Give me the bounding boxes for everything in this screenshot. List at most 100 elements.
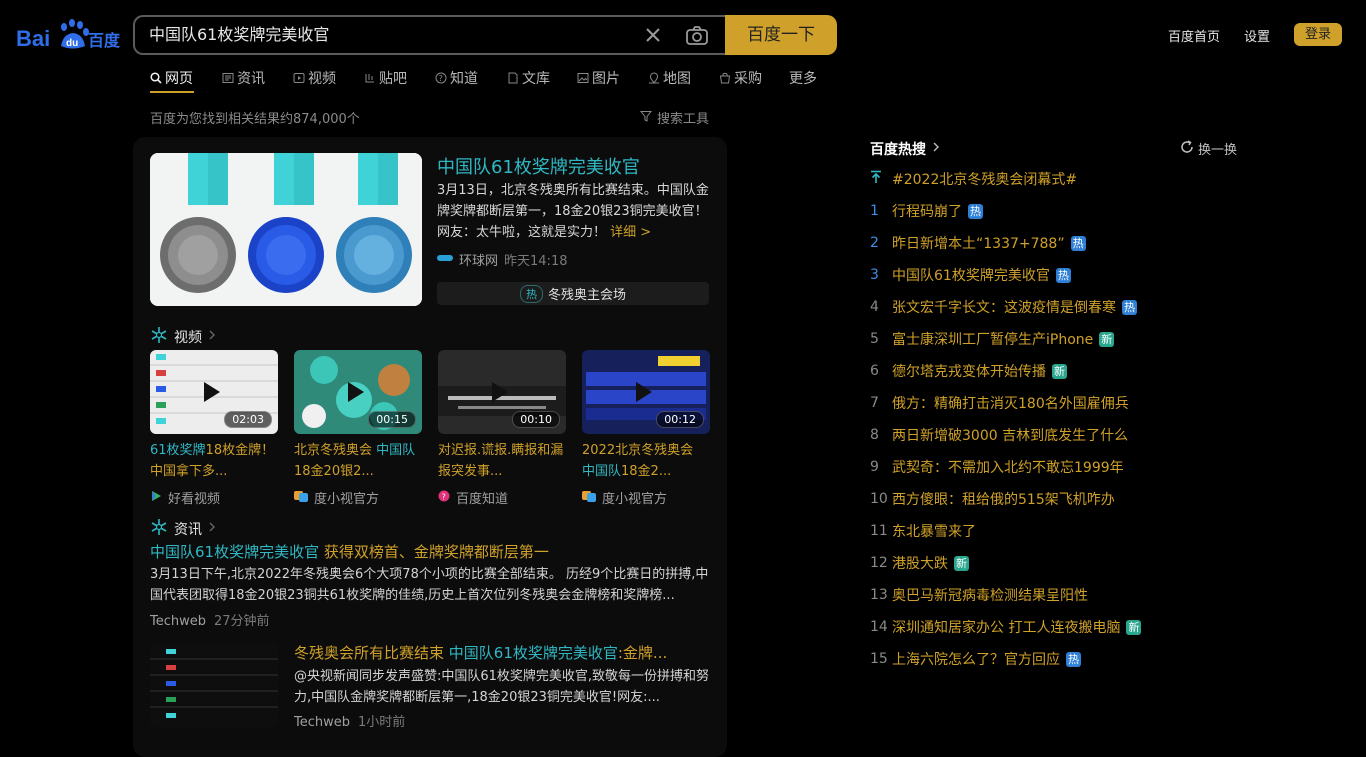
tab-label: 文库	[522, 71, 550, 87]
chevron-right-icon	[208, 329, 216, 345]
hot-search-item[interactable]: 4 张文宏千字长文：这波疫情是倒春寒热	[870, 297, 1137, 317]
hot-search-item[interactable]: 11 东北暴雪来了	[870, 521, 976, 541]
top-result-desc: 3月13日，北京冬残奥所有比赛结束。中国队金牌奖牌都断层第一，18金20银23铜…	[437, 180, 709, 243]
source-logo-icon	[437, 252, 453, 267]
news-title[interactable]: 冬残奥会所有比赛结束 中国队61枚奖牌完美收官:金牌...	[294, 642, 667, 663]
hot-search-text: 行程码崩了	[892, 204, 962, 220]
new-badge: 新	[1052, 363, 1067, 379]
hot-search-title: 百度热搜	[870, 142, 926, 158]
tab-zhidao[interactable]: ? 知道	[435, 68, 478, 88]
tab-more[interactable]: 更多	[789, 68, 817, 88]
search-button[interactable]: 百度一下	[725, 15, 837, 55]
map-icon	[648, 72, 660, 84]
camera-icon[interactable]	[685, 25, 709, 47]
tab-map[interactable]: 地图	[648, 68, 691, 88]
hot-rank: 7	[870, 395, 879, 411]
hot-search-item[interactable]: 13 奥巴马新冠病毒检测结果呈阳性	[870, 585, 1088, 605]
tab-label: 网页	[165, 71, 193, 87]
video-title[interactable]: 61枚奖牌18枚金牌！中国拿下多...	[150, 440, 278, 482]
tab-image[interactable]: 图片	[577, 68, 620, 88]
hot-search-item[interactable]: 9 武契奇：不需加入北约不敢忘1999年	[870, 457, 1124, 477]
video-title[interactable]: 北京冬残奥会 中国队18金20银2...	[294, 440, 422, 482]
hot-search-item[interactable]: 2 昨日新增本土“1337+788” 热	[870, 233, 1086, 253]
hot-search-item[interactable]: 7 俄方：精确打击消灭180名外国雇佣兵	[870, 393, 1129, 413]
video-duration: 02:03	[224, 411, 272, 428]
refresh-icon	[1180, 139, 1194, 158]
source-name: Techweb	[150, 614, 206, 629]
video-source: ? 百度知道	[438, 488, 566, 507]
hot-search-item[interactable]: 3 中国队61枚奖牌完美收官热	[870, 265, 1071, 285]
snowflake-icon	[150, 518, 168, 540]
settings-link[interactable]: 设置	[1244, 26, 1270, 45]
hot-search-item[interactable]: 5 富士康深圳工厂暂停生产iPhone 新	[870, 329, 1115, 349]
pin-top-icon	[870, 170, 892, 188]
login-button[interactable]: 登录	[1294, 23, 1342, 46]
top-result-title[interactable]: 中国队61枚奖牌完美收官	[437, 153, 640, 179]
tab-label: 知道	[450, 71, 478, 87]
hot-search-item[interactable]: 12 港股大跌新	[870, 553, 969, 573]
tab-web[interactable]: 网页	[150, 68, 193, 88]
hot-rank: 5	[870, 331, 879, 347]
medals-image[interactable]	[150, 153, 422, 306]
video-thumbnail[interactable]: 02:03	[150, 350, 278, 434]
section-title: 资讯	[174, 522, 202, 538]
tab-label: 视频	[308, 71, 336, 87]
hot-rank: 12	[870, 555, 888, 571]
hot-search-item[interactable]: #2022北京冬残奥会闭幕式#	[870, 169, 1077, 189]
video-card: 00:15 北京冬残奥会 中国队18金20银2... 度小视官方	[294, 350, 422, 507]
tab-shop[interactable]: 采购	[719, 68, 762, 88]
news-title[interactable]: 中国队61枚奖牌完美收官 获得双榜首、金牌奖牌都断层第一	[150, 541, 549, 562]
video-title[interactable]: 2022北京冬残奥会 中国队18金2...	[582, 440, 710, 482]
hot-topic-label: 冬残奥主会场	[547, 288, 626, 303]
news-thumbnail[interactable]	[150, 643, 278, 727]
tab-label: 更多	[789, 71, 817, 87]
hot-search-text: 中国队61枚奖牌完美收官	[892, 268, 1050, 284]
news-desc: 3月13日下午,北京2022年冬残奥会6个大项78个小项的比赛全部结束。 历经9…	[150, 567, 709, 603]
tab-video[interactable]: 视频	[293, 68, 336, 88]
hot-topic-bar[interactable]: 热 冬残奥主会场	[437, 282, 709, 305]
source-name: 好看视频	[168, 492, 221, 507]
detail-link[interactable]: 详细 >	[610, 225, 651, 240]
hot-rank: 13	[870, 587, 888, 603]
hot-search-item[interactable]: 1 行程码崩了热	[870, 201, 983, 221]
refresh-button[interactable]: 换一换	[1180, 139, 1237, 158]
news-section-header[interactable]: 资讯	[150, 518, 216, 540]
baidu-home-link[interactable]: 百度首页	[1168, 26, 1220, 45]
video-icon	[293, 72, 305, 84]
search-tools-button[interactable]: 搜索工具	[639, 108, 709, 127]
hot-search-text: 奥巴马新冠病毒检测结果呈阳性	[892, 588, 1088, 604]
svg-text:?: ?	[439, 74, 443, 83]
play-icon	[636, 382, 652, 402]
hot-search-item[interactable]: 6 德尔塔克戎变体开始传播新	[870, 361, 1067, 381]
video-thumbnail[interactable]: 00:15	[294, 350, 422, 434]
tab-news[interactable]: 资讯	[222, 68, 265, 88]
video-thumbnail[interactable]: 00:12	[582, 350, 710, 434]
hot-search-text: 富士康深圳工厂暂停生产iPhone	[892, 332, 1094, 348]
video-card: 00:12 2022北京冬残奥会 中国队18金2... 度小视官方	[582, 350, 710, 507]
title-pre: 冬残奥会所有比赛结束	[294, 644, 449, 662]
search-input[interactable]	[149, 17, 629, 53]
video-card: 02:03 61枚奖牌18枚金牌！中国拿下多... 好看视频	[150, 350, 278, 507]
hot-search-item[interactable]: 10 西方傻眼：租给俄的515架飞机咋办	[870, 489, 1115, 509]
video-section-header[interactable]: 视频	[150, 326, 216, 348]
hot-rank: 9	[870, 459, 879, 475]
title-pre: 对迟报.谎报.瞒报和漏报突发事...	[438, 443, 564, 479]
tab-wenku[interactable]: 文库	[507, 68, 550, 88]
new-badge: 新	[1099, 331, 1115, 347]
hot-search-item[interactable]: 15 上海六院怎么了？官方回应热	[870, 649, 1081, 669]
duxiaoshi-icon	[294, 490, 308, 506]
tab-tieba[interactable]: 贴吧	[364, 68, 407, 88]
video-title[interactable]: 对迟报.谎报.瞒报和漏报突发事...	[438, 440, 566, 482]
baidu-logo[interactable]: Bai du 百度	[16, 16, 121, 52]
new-badge: 新	[954, 555, 969, 571]
video-thumbnail[interactable]: 00:10	[438, 350, 566, 434]
hot-search-header[interactable]: 百度热搜	[870, 139, 940, 159]
hot-search-text: 俄方：精确打击消灭180名外国雇佣兵	[892, 396, 1129, 412]
hot-search-text: 张文宏千字长文：这波疫情是倒春寒	[892, 300, 1116, 316]
hot-search-item[interactable]: 14 深圳通知居家办公 打工人连夜搬电脑新	[870, 617, 1142, 637]
title-pre: 北京冬残奥会	[294, 443, 377, 458]
hot-badge: 热	[1055, 267, 1071, 283]
hot-search-text: 东北暴雪来了	[892, 524, 976, 540]
hot-search-item[interactable]: 8 两日新增破3000 吉林到底发生了什么	[870, 425, 1128, 445]
clear-icon[interactable]	[643, 25, 663, 45]
